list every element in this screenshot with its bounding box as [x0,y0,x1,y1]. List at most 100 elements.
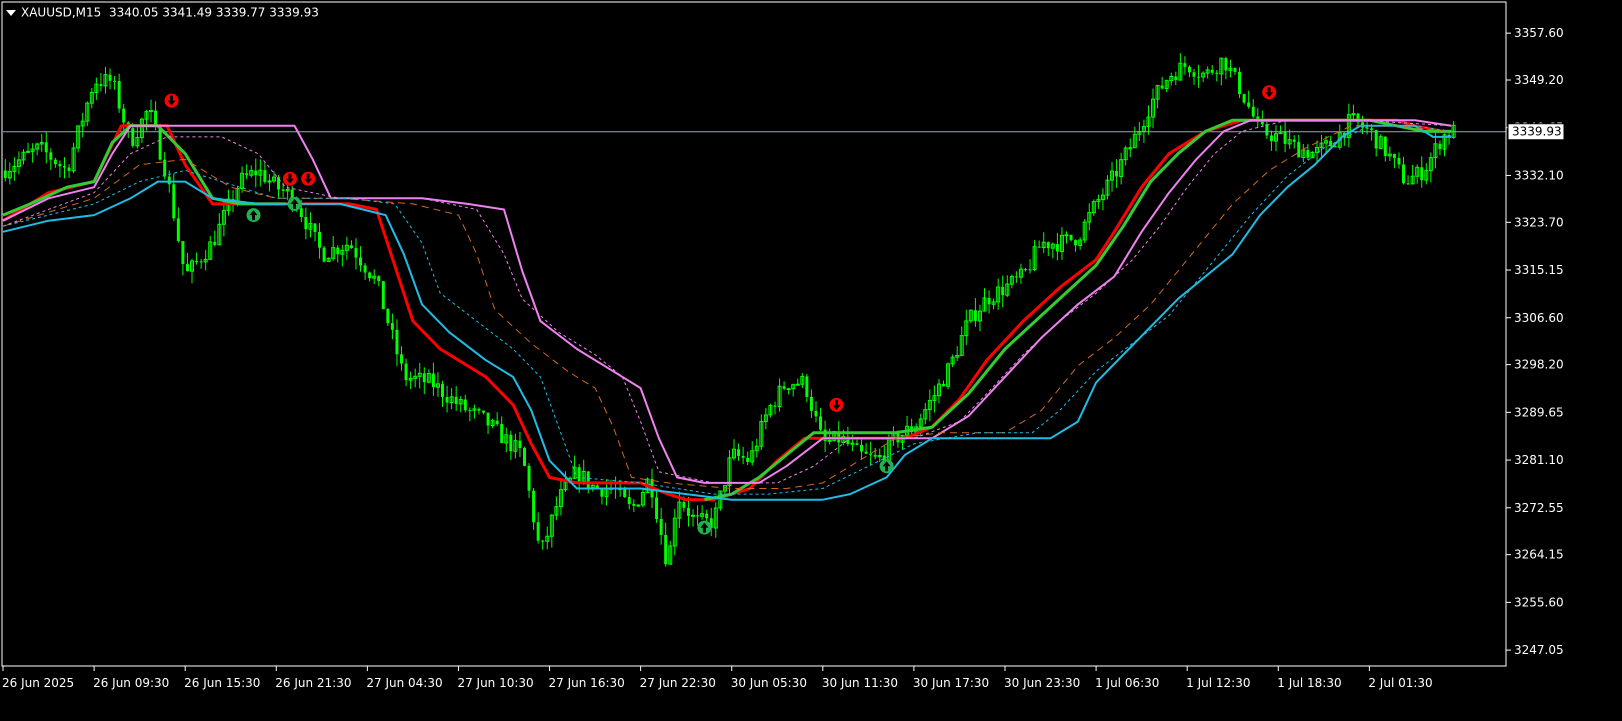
candle-body [441,383,445,398]
candle-body [1192,72,1196,77]
candle-body [509,434,513,452]
y-tick-label: 3306.60 [1514,311,1564,325]
candle-body [855,443,859,445]
candle-body [368,272,372,279]
candle-body [1064,234,1069,237]
candle-body [741,456,745,458]
y-tick-label: 3281.10 [1514,453,1564,467]
candle-body [131,128,135,146]
candle-body [172,184,176,219]
candle-body [495,420,499,425]
candle-body [477,408,481,411]
candle-body [1023,269,1027,271]
x-tick-label: 30 Jun 05:30 [731,676,807,690]
candle-body [773,405,777,407]
down-arrow-icon [164,93,179,108]
down-arrow-icon [1262,85,1277,100]
candle-body [1215,72,1219,74]
candle-body [1242,94,1246,103]
candle-body [185,264,189,272]
price-chart[interactable]: 3357.603349.203340.653332.103323.703315.… [0,0,1622,717]
candle-body [541,540,545,542]
candle-body [1265,124,1269,136]
candle-body [632,504,636,506]
candle-body [527,465,531,491]
candle-body [518,440,522,448]
candle-body [486,412,490,426]
candle-body [422,373,426,383]
candle-body [1183,63,1187,67]
candle-body [1174,76,1178,81]
x-tick-label: 27 Jun 16:30 [549,676,625,690]
candle-body [1001,286,1005,296]
candle-body [664,534,668,565]
candle-body [809,396,813,411]
candle-body [636,504,641,507]
candle-body [1374,130,1378,149]
candle-body [942,384,946,387]
y-tick-label: 3289.65 [1514,405,1564,419]
candle-body [1128,147,1133,150]
candle-body [1238,71,1242,95]
chart-header: XAUUSD,M15 3340.05 3341.49 3339.77 3339.… [6,5,319,20]
candle-body [536,522,540,541]
candle-body [586,471,590,488]
candle-body [860,444,864,452]
y-tick-label: 3315.15 [1514,263,1564,277]
candle-body [304,217,308,230]
collapse-triangle-icon[interactable] [6,9,16,16]
candle-body [1406,183,1410,185]
candle-body [819,416,823,430]
candle-body [313,223,317,232]
candle-body [299,208,303,218]
x-tick-label: 26 Jun 09:30 [93,676,169,690]
candle-body [682,502,686,508]
candle-body [1351,113,1356,116]
candle-body [445,397,449,403]
candle-body [463,399,467,411]
candle-body [99,84,103,86]
candle-body [1397,157,1401,165]
svg-text:3339.93: 3339.93 [1512,125,1562,139]
up-arrow-icon [287,196,302,211]
candle-body [864,451,868,454]
candle-body [1297,141,1301,158]
candle-body [1074,240,1078,246]
candle-body [263,170,267,183]
candle-body [1055,244,1059,252]
candle-body [1256,116,1260,120]
candle-body [627,497,631,505]
up-arrow-icon [246,208,261,223]
x-tick-label: 27 Jun 04:30 [366,676,442,690]
candle-body [500,424,504,444]
candle-body [1269,135,1273,142]
candle-body [181,241,185,265]
candle-body [199,261,203,263]
candle-body [805,376,809,397]
candle-body [49,152,53,160]
candle-body [1160,85,1164,89]
candle-body [163,159,167,177]
y-tick-label: 3323.70 [1514,215,1564,229]
candle-body [686,507,690,516]
candle-body [782,386,786,389]
y-tick-label: 3247.05 [1514,643,1564,657]
up-arrow-icon [697,520,712,535]
candle-body [737,449,741,457]
candle-body [1283,132,1287,144]
candle-body [62,166,66,168]
candle-body [281,189,285,191]
candle-body [354,248,358,258]
candle-body [318,231,322,248]
candle-body [3,170,7,178]
candle-body [869,453,873,455]
x-tick-label: 27 Jun 22:30 [640,676,716,690]
y-tick-label: 3357.60 [1514,26,1564,40]
y-tick-label: 3264.15 [1514,548,1564,562]
symbol-label: XAUUSD,M15 [21,5,102,20]
x-tick-label: 1 Jul 12:30 [1186,676,1250,690]
candle-body [349,245,353,249]
x-tick-label: 26 Jun 15:30 [184,676,260,690]
current-price-label: 3339.93 [1507,123,1565,141]
candle-body [873,454,877,457]
